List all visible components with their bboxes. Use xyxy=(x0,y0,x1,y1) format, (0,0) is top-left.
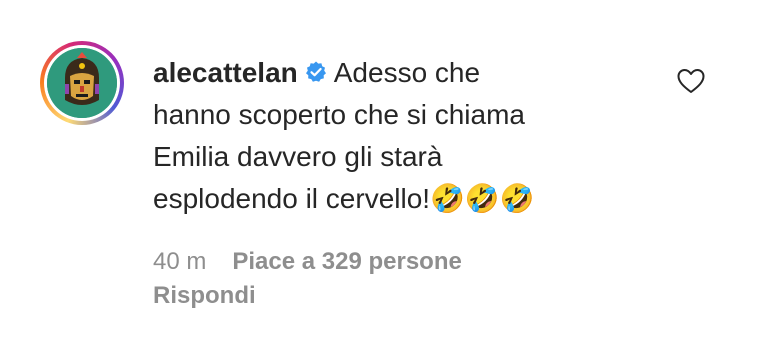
avatar-story-ring[interactable] xyxy=(40,41,124,125)
likes-count-link[interactable]: Piace a 329 persone xyxy=(232,248,461,275)
comment-meta: 40 m Piace a 329 persone xyxy=(153,247,462,277)
comment: alecattelan Adesso che hanno scoperto ch… xyxy=(0,0,767,353)
username-link[interactable]: alecattelan xyxy=(153,57,298,88)
avatar[interactable] xyxy=(47,48,117,118)
comment-time: 40 m xyxy=(153,248,207,275)
avatar-ring-gap xyxy=(44,45,120,121)
avatar-image xyxy=(47,48,117,118)
verified-badge-icon xyxy=(304,54,328,82)
comment-body: alecattelan Adesso che hanno scoperto ch… xyxy=(153,52,633,220)
reply-button[interactable]: Rispondi xyxy=(153,281,256,311)
heart-outline-icon[interactable] xyxy=(676,67,706,95)
